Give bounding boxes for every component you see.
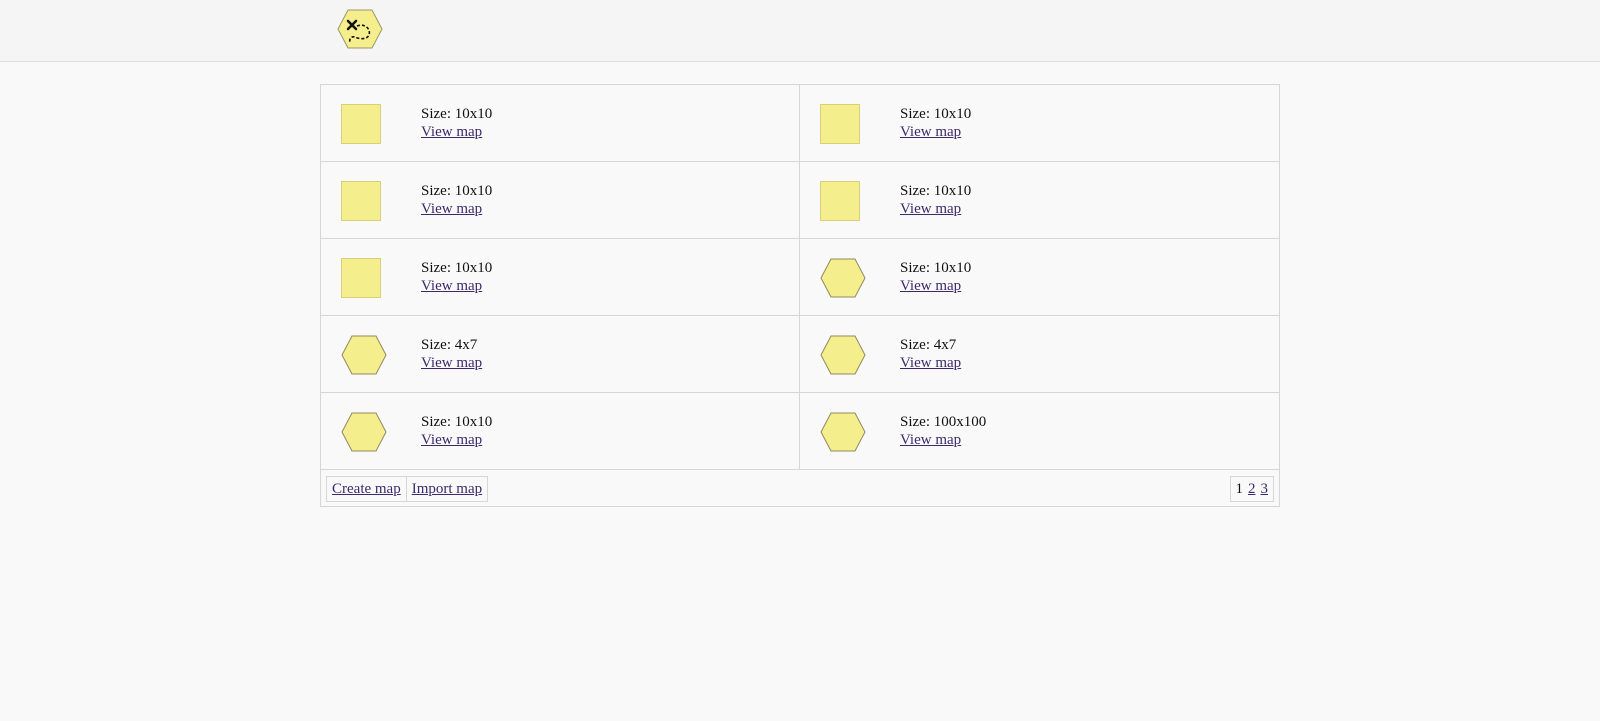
hex-map-thumbnail (341, 412, 387, 452)
hex-map-thumbnail (820, 258, 866, 298)
treasure-map-hex-icon[interactable] (337, 9, 383, 49)
map-info: Size: 10x10 View map (421, 182, 492, 218)
map-list-item: Size: 10x10 View map (800, 85, 1279, 162)
map-size-label: Size: 4x7 (421, 337, 478, 353)
map-size-label: Size: 10x10 (421, 183, 493, 199)
map-list-item: Size: 10x10 View map (321, 239, 800, 316)
map-info: Size: 10x10 View map (421, 413, 492, 449)
page-current: 1 (1235, 481, 1244, 497)
map-list-item: Size: 10x10 View map (321, 393, 800, 470)
square-map-thumbnail (341, 104, 387, 144)
map-list-item: Size: 4x7 View map (321, 316, 800, 393)
map-list-item: Size: 100x100 View map (800, 393, 1279, 470)
square-map-thumbnail (820, 181, 866, 221)
map-size-label: Size: 10x10 (900, 106, 972, 122)
map-size-label: Size: 10x10 (900, 260, 972, 276)
map-size-label: Size: 10x10 (900, 183, 972, 199)
view-map-link[interactable]: View map (421, 123, 492, 141)
create-map-link[interactable]: Create map (332, 481, 401, 497)
square-map-thumbnail (341, 181, 387, 221)
map-info: Size: 10x10 View map (421, 105, 492, 141)
map-info: Size: 4x7 View map (900, 336, 961, 372)
hex-map-thumbnail (820, 335, 866, 375)
map-info: Size: 100x100 View map (900, 413, 986, 449)
view-map-link[interactable]: View map (421, 354, 482, 372)
view-map-link[interactable]: View map (421, 277, 492, 295)
map-info: Size: 10x10 View map (900, 182, 971, 218)
map-info: Size: 10x10 View map (900, 105, 971, 141)
map-list-item: Size: 4x7 View map (800, 316, 1279, 393)
view-map-link[interactable]: View map (900, 354, 961, 372)
page-link-3[interactable]: 3 (1261, 481, 1269, 501)
hex-map-thumbnail (341, 335, 387, 375)
map-list-item: Size: 10x10 View map (800, 162, 1279, 239)
header-bar (0, 0, 1600, 62)
map-size-label: Size: 10x10 (421, 260, 493, 276)
view-map-link[interactable]: View map (421, 200, 492, 218)
map-info: Size: 10x10 View map (421, 259, 492, 295)
view-map-link[interactable]: View map (900, 431, 986, 449)
view-map-link[interactable]: View map (421, 431, 492, 449)
map-actions: Create map Import map (326, 476, 489, 502)
page-link-2[interactable]: 2 (1248, 481, 1256, 501)
map-size-label: Size: 100x100 (900, 414, 987, 430)
import-map-item: Import map (406, 476, 489, 502)
map-info: Size: 10x10 View map (900, 259, 971, 295)
map-size-label: Size: 10x10 (421, 106, 493, 122)
view-map-link[interactable]: View map (900, 200, 971, 218)
pagination: 1 2 3 (1229, 476, 1274, 502)
maps-grid: Size: 10x10 View map Size: 10x10 View map Si… (321, 85, 1279, 470)
square-map-thumbnail (341, 258, 387, 298)
create-map-item: Create map (326, 476, 407, 502)
map-list-item: Size: 10x10 View map (321, 162, 800, 239)
view-map-link[interactable]: View map (900, 123, 971, 141)
hex-map-thumbnail (820, 412, 866, 452)
maps-panel: Size: 10x10 View map Size: 10x10 View map Si… (320, 84, 1280, 507)
map-size-label: Size: 10x10 (421, 414, 493, 430)
map-size-label: Size: 4x7 (900, 337, 957, 353)
import-map-link[interactable]: Import map (412, 481, 482, 497)
view-map-link[interactable]: View map (900, 277, 971, 295)
square-map-thumbnail (820, 104, 866, 144)
map-list-item: Size: 10x10 View map (321, 85, 800, 162)
map-info: Size: 4x7 View map (421, 336, 482, 372)
map-list-item: Size: 10x10 View map (800, 239, 1279, 316)
